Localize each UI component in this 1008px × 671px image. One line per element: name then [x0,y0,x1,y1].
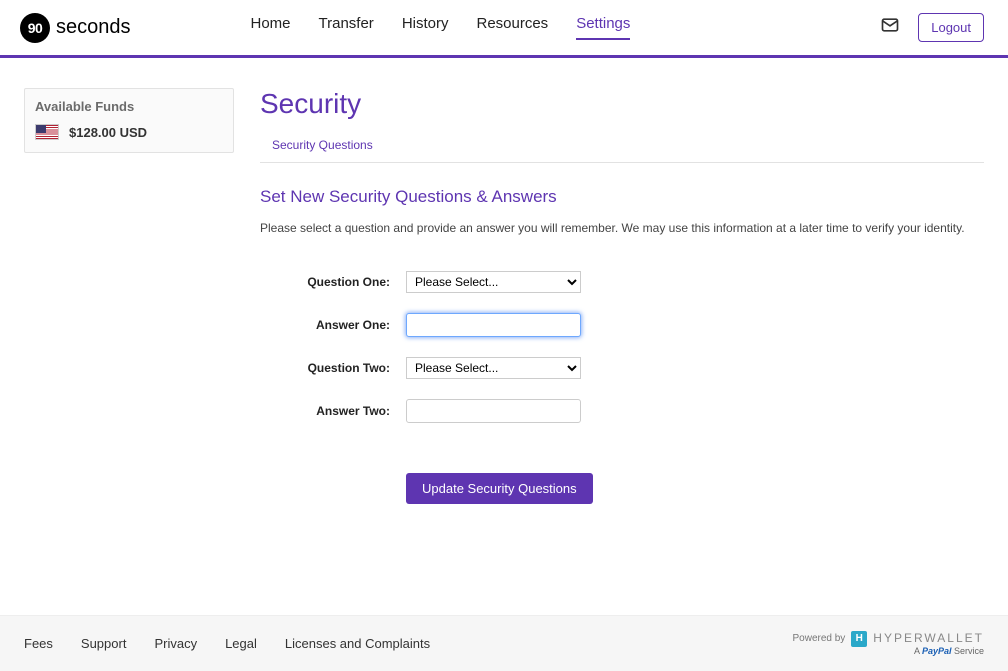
label-question-two: Question Two: [260,361,406,375]
section-description: Please select a question and provide an … [260,221,984,235]
tab-security-questions[interactable]: Security Questions [272,138,373,152]
input-answer-two[interactable] [406,399,581,423]
section-title: Set New Security Questions & Answers [260,187,984,207]
nav-history[interactable]: History [402,15,449,40]
logo-text: seconds [56,16,131,39]
paypal-brand: PayPal [922,646,952,656]
mail-icon[interactable] [880,15,900,40]
available-funds-title: Available Funds [35,99,223,114]
main-nav: Home Transfer History Resources Settings [251,15,631,40]
row-answer-two: Answer Two: [260,399,984,423]
label-answer-one: Answer One: [260,318,406,332]
logout-button[interactable]: Logout [918,13,984,42]
pp-suffix: Service [951,646,984,656]
header: 90 seconds Home Transfer History Resourc… [0,0,1008,56]
footer-fees[interactable]: Fees [24,636,53,651]
hyperwallet-mark-icon: H [851,631,867,647]
select-question-two[interactable]: Please Select... [406,357,581,379]
powered-by-line: Powered by H HYPERWALLET [792,631,984,647]
row-answer-one: Answer One: [260,313,984,337]
page-title: Security [260,88,984,120]
funds-amount: $128.00 USD [69,125,147,140]
header-right: Logout [880,13,984,42]
update-security-questions-button[interactable]: Update Security Questions [406,473,593,504]
sub-tab-bar: Security Questions [260,136,984,163]
footer-links: Fees Support Privacy Legal Licenses and … [24,636,430,651]
logo[interactable]: 90 seconds [20,13,131,43]
footer-legal[interactable]: Legal [225,636,257,651]
input-answer-one[interactable] [406,313,581,337]
label-answer-two: Answer Two: [260,404,406,418]
footer-licenses[interactable]: Licenses and Complaints [285,636,430,651]
nav-home[interactable]: Home [251,15,291,40]
label-question-one: Question One: [260,275,406,289]
sidebar: Available Funds $128.00 USD [24,88,234,504]
content: Available Funds $128.00 USD Security Sec… [0,58,1008,584]
footer-privacy[interactable]: Privacy [154,636,197,651]
nav-transfer[interactable]: Transfer [319,15,374,40]
logo-mark-icon: 90 [20,13,50,43]
available-funds-card: Available Funds $128.00 USD [24,88,234,153]
funds-row: $128.00 USD [35,124,223,140]
us-flag-icon [35,124,59,140]
footer-support[interactable]: Support [81,636,127,651]
footer: Fees Support Privacy Legal Licenses and … [0,615,1008,671]
main: Security Security Questions Set New Secu… [260,88,984,504]
pp-prefix: A [914,646,922,656]
row-question-one: Question One: Please Select... [260,271,984,293]
footer-branding: Powered by H HYPERWALLET A PayPal Servic… [792,631,984,657]
select-question-one[interactable]: Please Select... [406,271,581,293]
powered-by-label: Powered by [792,633,845,644]
row-question-two: Question Two: Please Select... [260,357,984,379]
submit-row: Update Security Questions [406,473,984,504]
hyperwallet-text: HYPERWALLET [873,632,984,645]
nav-resources[interactable]: Resources [476,15,548,40]
nav-settings[interactable]: Settings [576,15,630,40]
paypal-service-line: A PayPal Service [914,647,984,657]
